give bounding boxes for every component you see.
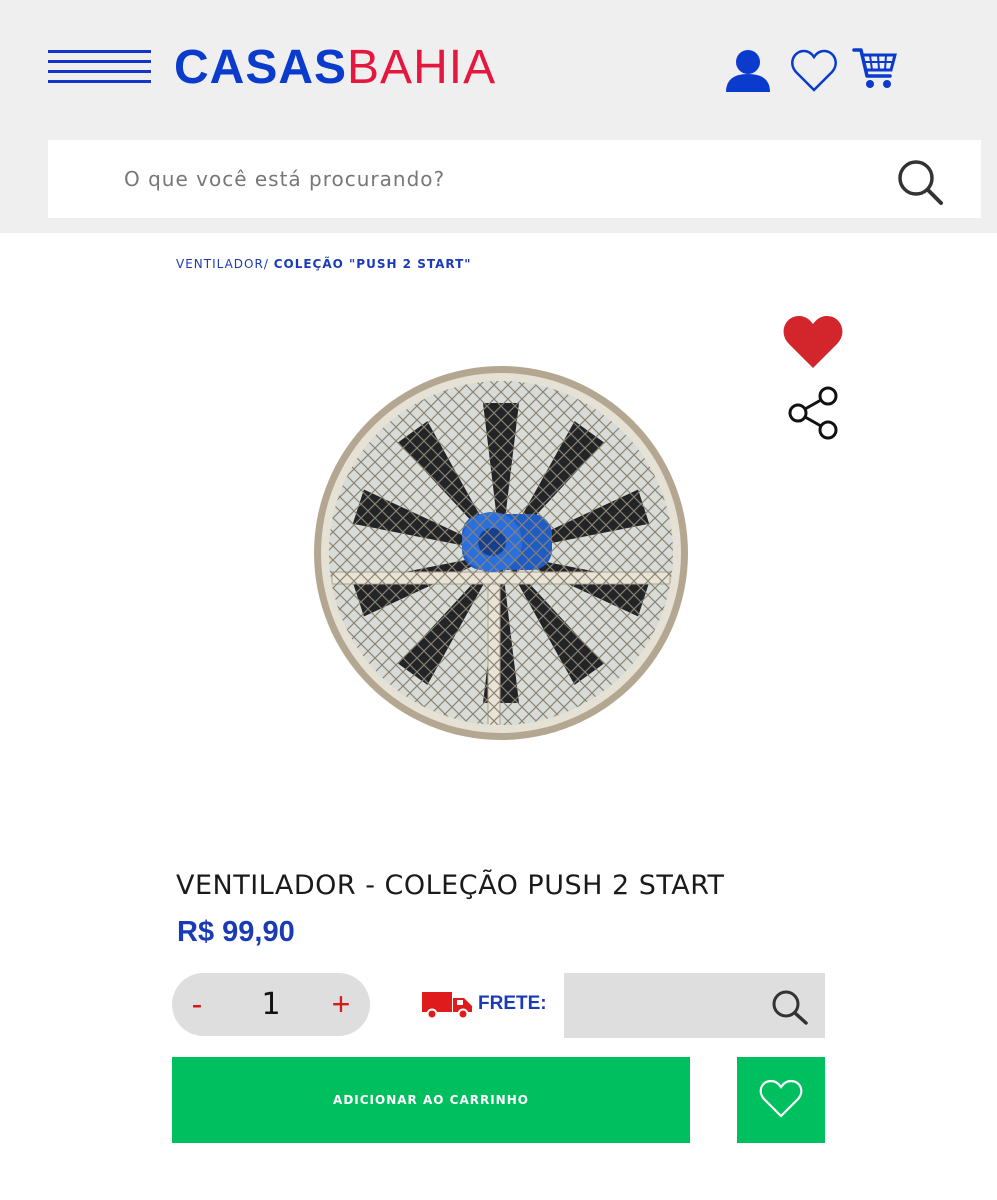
favorite-heart-icon[interactable] xyxy=(782,314,844,375)
add-to-cart-button[interactable]: ADICIONAR AO CARRINHO xyxy=(172,1057,690,1143)
heart-icon[interactable] xyxy=(790,48,838,99)
menu-icon[interactable] xyxy=(48,50,151,84)
logo-casas: CASAS xyxy=(174,41,348,94)
quantity-value[interactable]: 1 xyxy=(242,973,300,1036)
breadcrumb-current: COLEÇÃO "PUSH 2 START" xyxy=(273,257,472,271)
share-icon[interactable] xyxy=(786,386,840,445)
user-icon[interactable] xyxy=(724,48,772,99)
shipping-search-icon[interactable] xyxy=(770,988,810,1031)
search-icon[interactable] xyxy=(896,158,946,211)
product-title: VENTILADOR - COLEÇÃO PUSH 2 START xyxy=(176,870,725,901)
quantity-plus-button[interactable]: + xyxy=(316,973,366,1036)
breadcrumb: VENTILADOR/ COLEÇÃO "PUSH 2 START" xyxy=(176,257,472,271)
search-bar xyxy=(48,140,981,218)
search-input[interactable] xyxy=(48,140,888,218)
product-price: R$ 99,90 xyxy=(177,916,295,948)
logo[interactable]: CASASBAHIA xyxy=(174,40,496,96)
shipping-label: FRETE: xyxy=(478,993,547,1014)
quantity-minus-button[interactable]: - xyxy=(172,973,222,1036)
wishlist-button[interactable] xyxy=(737,1057,825,1143)
shipping-zip-input[interactable] xyxy=(564,973,759,1038)
shipping-field xyxy=(564,973,825,1038)
quantity-stepper: - 1 + xyxy=(172,973,370,1036)
logo-bahia: BAHIA xyxy=(347,41,497,94)
breadcrumb-parent[interactable]: VENTILADOR/ xyxy=(176,257,269,271)
wishlist-heart-icon xyxy=(759,1079,803,1118)
industrial-fan-image xyxy=(312,364,690,742)
site-header: CASASBAHIA xyxy=(0,0,997,233)
cart-icon[interactable] xyxy=(852,46,898,97)
truck-icon xyxy=(422,990,474,1025)
